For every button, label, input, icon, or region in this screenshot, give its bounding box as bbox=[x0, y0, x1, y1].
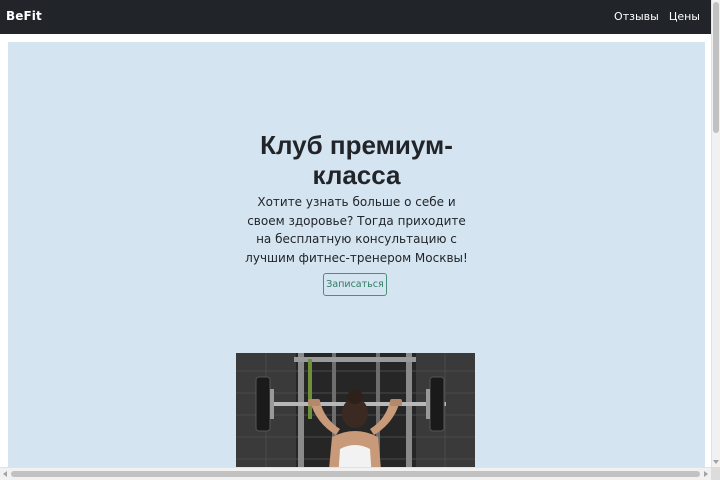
nav-link-prices[interactable]: Цены bbox=[669, 10, 700, 23]
hero-section: Клуб премиум- класса Хотите узнать больш… bbox=[8, 42, 705, 480]
scroll-down-arrow-icon[interactable] bbox=[713, 460, 719, 464]
signup-button[interactable]: Записаться bbox=[323, 273, 387, 296]
vertical-scrollbar[interactable] bbox=[711, 0, 720, 467]
vertical-scroll-thumb[interactable] bbox=[713, 2, 719, 133]
browser-viewport: BeFit Отзывы Цены Клуб премиум- класса Х… bbox=[0, 0, 720, 480]
brand-logo[interactable]: BeFit bbox=[6, 9, 42, 23]
scroll-right-arrow-icon[interactable] bbox=[704, 471, 708, 477]
hero-image bbox=[236, 353, 475, 480]
navbar: BeFit Отзывы Цены bbox=[0, 0, 711, 34]
horizontal-scroll-thumb[interactable] bbox=[11, 471, 700, 477]
hero-description: Хотите узнать больше о себе и своем здор… bbox=[245, 195, 468, 265]
scroll-left-arrow-icon[interactable] bbox=[3, 471, 7, 477]
hero-title-line-2: класса bbox=[312, 160, 401, 190]
nav-links: Отзывы Цены bbox=[614, 10, 700, 23]
horizontal-scrollbar[interactable] bbox=[0, 467, 711, 480]
scrollbar-corner bbox=[711, 467, 720, 480]
hero-title-line-1: Клуб премиум- bbox=[260, 130, 453, 160]
hero-title: Клуб премиум- класса bbox=[8, 130, 705, 190]
nav-link-reviews[interactable]: Отзывы bbox=[614, 10, 659, 23]
